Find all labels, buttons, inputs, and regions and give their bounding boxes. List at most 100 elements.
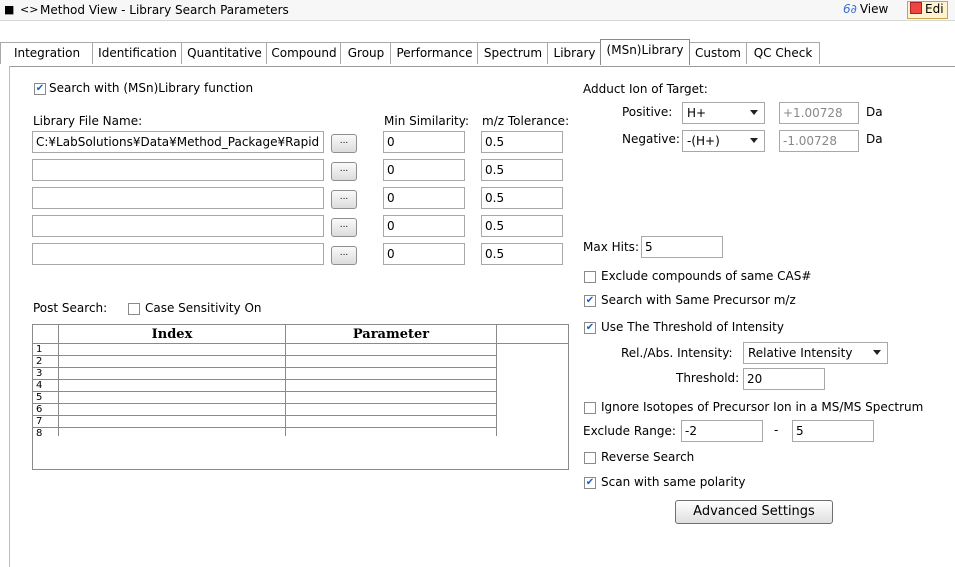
min-similarity-input-3[interactable]: 0: [383, 187, 465, 209]
chevron-down-icon: [750, 110, 758, 115]
column-header-index[interactable]: Index: [59, 325, 286, 344]
negative-mass-field: -1.00728: [779, 130, 859, 152]
negative-unit-label: Da: [866, 132, 883, 146]
mz-tolerance-input-2[interactable]: 0.5: [481, 159, 563, 181]
mz-tolerance-input-4[interactable]: 0.5: [481, 215, 563, 237]
same-precursor-label: Search with Same Precursor m/z: [601, 293, 796, 307]
row-number[interactable]: 4: [33, 380, 59, 392]
table-cell[interactable]: [286, 416, 497, 428]
table-cell[interactable]: [286, 404, 497, 416]
tab-qc-check[interactable]: QC Check: [746, 42, 820, 64]
library-file-input-2[interactable]: [32, 159, 324, 181]
min-similarity-input-1[interactable]: 0: [383, 131, 465, 153]
tab-custom[interactable]: Custom: [688, 42, 748, 64]
advanced-settings-button[interactable]: Advanced Settings: [675, 500, 833, 524]
threshold-input[interactable]: 20: [743, 368, 825, 390]
search-msn-checkbox[interactable]: ✔: [34, 83, 46, 95]
browse-button-2[interactable]: ...: [331, 162, 357, 181]
mz-tolerance-input-1[interactable]: 0.5: [481, 131, 563, 153]
table-cell[interactable]: [286, 356, 497, 368]
row-number[interactable]: 1: [33, 344, 59, 356]
exclude-range-from-input[interactable]: -2: [681, 420, 763, 442]
min-similarity-input-2[interactable]: 0: [383, 159, 465, 181]
chevron-down-icon: [873, 350, 881, 355]
use-threshold-checkbox[interactable]: ✔: [584, 322, 596, 334]
browse-button-5[interactable]: ...: [331, 246, 357, 265]
table-cell[interactable]: [286, 368, 497, 380]
post-search-table[interactable]: Index Parameter 1 2 3 4 5 6 7 8 ▲ ≡ ▼: [32, 324, 569, 470]
mz-tolerance-input-3[interactable]: 0.5: [481, 187, 563, 209]
reverse-search-checkbox[interactable]: [584, 452, 596, 464]
browse-button-4[interactable]: ...: [331, 218, 357, 237]
tab-performance[interactable]: Performance: [390, 42, 479, 64]
library-file-input-3[interactable]: [32, 187, 324, 209]
library-file-input-5[interactable]: [32, 243, 324, 265]
column-header-blank: [497, 325, 568, 344]
tab-spectrum[interactable]: Spectrum: [477, 42, 549, 64]
tab-library[interactable]: Library: [547, 42, 602, 64]
library-file-input-4[interactable]: [32, 215, 324, 237]
positive-adduct-select[interactable]: H+: [682, 102, 765, 124]
reverse-search-label: Reverse Search: [601, 450, 695, 464]
table-cell[interactable]: [59, 428, 286, 436]
scan-polarity-checkbox[interactable]: ✔: [584, 477, 596, 489]
row-number[interactable]: 6: [33, 404, 59, 416]
window-title: Method View - Library Search Parameters: [40, 3, 289, 17]
row-number[interactable]: 3: [33, 368, 59, 380]
tab-integration[interactable]: Integration: [0, 42, 94, 64]
table-cell[interactable]: [286, 428, 497, 436]
table-cell[interactable]: [59, 368, 286, 380]
table-cell[interactable]: [59, 344, 286, 356]
chevron-down-icon: [750, 138, 758, 143]
tab-identification[interactable]: Identification: [92, 42, 183, 64]
row-number[interactable]: 5: [33, 392, 59, 404]
column-header-parameter[interactable]: Parameter: [286, 325, 497, 344]
tab-quantitative[interactable]: Quantitative: [181, 42, 268, 64]
row-number[interactable]: 2: [33, 356, 59, 368]
rel-abs-intensity-label: Rel./Abs. Intensity:: [621, 346, 733, 360]
window-titlebar: ■ <> Method View - Library Search Parame…: [0, 0, 955, 21]
browse-button-3[interactable]: ...: [331, 190, 357, 209]
max-hits-input[interactable]: 5: [641, 236, 723, 258]
code-icon[interactable]: <>: [20, 3, 38, 16]
library-file-label: Library File Name:: [33, 114, 143, 128]
table-cell[interactable]: [59, 416, 286, 428]
view-button[interactable]: 6∂ View: [843, 2, 888, 16]
same-precursor-checkbox[interactable]: ✔: [584, 295, 596, 307]
library-file-input-1[interactable]: C:¥LabSolutions¥Data¥Method_Package¥Rapi…: [32, 131, 324, 153]
tab-strip: Integration Identification Quantitative …: [0, 39, 955, 67]
tab-compound[interactable]: Compound: [266, 42, 342, 64]
window-menu-icon[interactable]: ■: [4, 3, 14, 16]
mz-tolerance-label: m/z Tolerance:: [482, 114, 570, 128]
edit-button[interactable]: Edi: [907, 1, 948, 19]
case-sensitivity-checkbox[interactable]: [128, 303, 140, 315]
table-cell[interactable]: [59, 404, 286, 416]
table-cell[interactable]: [59, 380, 286, 392]
row-number[interactable]: 7: [33, 416, 59, 428]
adduct-ion-label: Adduct Ion of Target:: [583, 82, 708, 96]
tab-group[interactable]: Group: [340, 42, 392, 64]
table-cell[interactable]: [286, 380, 497, 392]
table-cell[interactable]: [286, 392, 497, 404]
table-cell[interactable]: [286, 344, 497, 356]
exclude-range-to-input[interactable]: 5: [792, 420, 874, 442]
intensity-type-select[interactable]: Relative Intensity: [743, 342, 888, 364]
tab-msn-library[interactable]: (MSn)Library: [600, 39, 690, 65]
positive-adduct-value: H+: [687, 106, 707, 120]
table-cell[interactable]: [59, 392, 286, 404]
negative-adduct-select[interactable]: -(H+): [682, 130, 765, 152]
exclude-cas-checkbox[interactable]: [584, 271, 596, 283]
ignore-isotopes-label: Ignore Isotopes of Precursor Ion in a MS…: [601, 400, 924, 414]
negative-adduct-value: -(H+): [687, 134, 720, 148]
ignore-isotopes-checkbox[interactable]: [584, 402, 596, 414]
min-similarity-input-5[interactable]: 0: [383, 243, 465, 265]
table-cell[interactable]: [59, 356, 286, 368]
case-sensitivity-label: Case Sensitivity On: [145, 301, 262, 315]
mz-tolerance-input-5[interactable]: 0.5: [481, 243, 563, 265]
min-similarity-input-4[interactable]: 0: [383, 215, 465, 237]
positive-unit-label: Da: [866, 105, 883, 119]
exclude-range-label: Exclude Range:: [583, 424, 676, 438]
row-number[interactable]: 8: [33, 428, 59, 439]
positive-label: Positive:: [622, 105, 673, 119]
browse-button-1[interactable]: ...: [331, 134, 357, 153]
